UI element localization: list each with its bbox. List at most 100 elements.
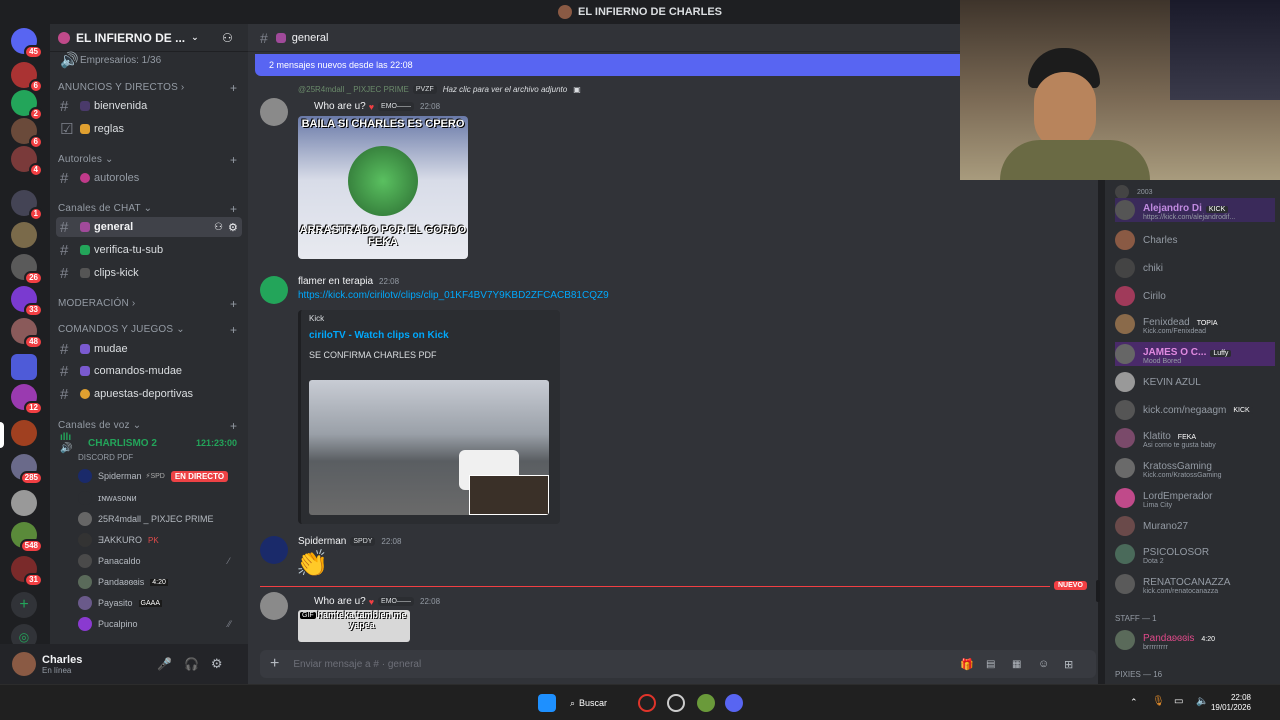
member-item[interactable]: Charles xyxy=(1115,228,1177,252)
add-channel-icon[interactable]: + xyxy=(230,153,237,167)
category-anuncios[interactable]: ANUNCIOS Y DIRECTOS › + xyxy=(58,81,237,95)
server-icon[interactable]: 33 xyxy=(11,286,43,317)
add-server-icon[interactable]: + xyxy=(11,592,37,618)
embed-thumbnail[interactable] xyxy=(309,380,549,515)
category-chat[interactable]: Canales de CHAT ⌄ + xyxy=(58,202,237,216)
windows-start-icon[interactable] xyxy=(538,694,556,712)
folder-icon[interactable] xyxy=(11,354,37,380)
server-header[interactable]: EL INFIERNO DE ... ⌄ ⚇ xyxy=(50,24,248,52)
avatar[interactable] xyxy=(260,98,288,126)
add-channel-icon[interactable]: + xyxy=(230,419,237,433)
microphone-icon[interactable]: 🎤 xyxy=(157,657,172,671)
channel-apuestas[interactable]: # apuestas-deportivas xyxy=(56,384,242,404)
member-item[interactable]: Alejandro Di KICK https://kick.com/alejand… xyxy=(1115,198,1275,222)
invite-icon[interactable]: ⚇ xyxy=(214,222,223,233)
server-icon[interactable] xyxy=(11,490,37,516)
member-item[interactable]: kick.com/negaagm KICK xyxy=(1115,398,1253,422)
app-icon[interactable] xyxy=(667,694,685,712)
member-item[interactable]: PSICOLOSOR Dota 2 xyxy=(1115,542,1209,566)
discord-avatar[interactable] xyxy=(260,276,288,304)
voice-user[interactable]: Spiderman ⚡SPD EN DIRECTO xyxy=(78,467,229,485)
reply-preview[interactable]: @25R4mdall _ PIXJEC PRIME PVZF Haz clic … xyxy=(298,85,581,94)
channel-autoroles[interactable]: # autoroles xyxy=(56,168,242,188)
member-item[interactable]: RENATOCANAZZA kick.com/renatocanazza xyxy=(1115,572,1230,596)
member-item[interactable]: Klatito FEKA Asi como te gusta baby xyxy=(1115,426,1216,450)
opera-icon[interactable] xyxy=(638,694,656,712)
attach-plus-icon[interactable]: + xyxy=(270,655,279,673)
server-icon[interactable] xyxy=(11,222,37,248)
gear-icon[interactable]: ⚙ xyxy=(228,221,238,234)
gif-icon[interactable]: ▤ xyxy=(986,659,995,670)
voice-user[interactable]: ƎAKKURO PK xyxy=(78,531,159,549)
server-icon[interactable]: 6 xyxy=(11,62,43,93)
gif-attachment[interactable]: GIF hamteka tambien me yapea xyxy=(298,610,410,642)
voice-user[interactable]: 25R4mdall _ PIXJEC PRIME xyxy=(78,510,214,528)
voice-user[interactable]: Pucalpino ⁄⁄ xyxy=(78,615,231,633)
app-icon[interactable] xyxy=(697,694,715,712)
server-icon[interactable]: 48 xyxy=(11,318,43,349)
server-icon[interactable]: 548 xyxy=(11,522,43,553)
add-channel-icon[interactable]: + xyxy=(230,297,237,311)
add-member-icon[interactable]: ⚇ xyxy=(222,31,233,45)
server-icon[interactable]: 2 xyxy=(11,90,43,121)
member-item[interactable]: Murano27 xyxy=(1115,514,1188,538)
channel-empresarios[interactable]: 🔊 Empresarios: 1/36 xyxy=(56,50,242,70)
direct-messages-icon[interactable]: 45 xyxy=(11,28,43,59)
channel-comandos-mudae[interactable]: # comandos-mudae xyxy=(56,361,242,381)
sticker-icon[interactable]: ▦ xyxy=(1012,659,1021,670)
tray-mic-icon[interactable]: 🎙 xyxy=(1152,696,1165,707)
member-item[interactable]: LordEmperador Lima City xyxy=(1115,486,1212,510)
message-composer[interactable]: + Enviar mensaje a # · general 🎁 ▤ ▦ ☺ ⊞ xyxy=(260,650,1096,678)
channel-mudae[interactable]: # mudae xyxy=(56,339,242,359)
server-icon[interactable]: 26 xyxy=(11,254,43,285)
new-messages-banner[interactable]: 2 mensajes nuevos desde las 22:08 xyxy=(255,54,965,76)
category-moderacion[interactable]: MODERACIÓN › + xyxy=(58,297,237,311)
server-icon[interactable]: 1 xyxy=(11,190,43,221)
voice-user[interactable]: ɪɴᴡᴀsᴏɴᴎ xyxy=(78,489,137,507)
member-item[interactable]: Cirilo xyxy=(1115,284,1166,308)
member-item[interactable]: JAMES O C... Luffy Mood Bored xyxy=(1115,342,1275,366)
category-voz[interactable]: Canales de voz ⌄ + xyxy=(58,419,237,433)
scrollbar[interactable] xyxy=(1096,580,1100,602)
member-item[interactable]: KratossGaming Kick.com/KratossGaming xyxy=(1115,456,1222,480)
avatar[interactable] xyxy=(12,652,36,676)
server-icon[interactable]: 31 xyxy=(11,556,43,587)
message-link[interactable]: https://kick.com/cirilotv/clips/clip_01K… xyxy=(298,290,609,301)
category-autoroles[interactable]: Autoroles ⌄ + xyxy=(58,153,237,167)
tray-chevron-icon[interactable]: ⌃ xyxy=(1130,697,1138,708)
category-comandos[interactable]: COMANDOS Y JUEGOS ⌄ + xyxy=(58,323,237,337)
add-channel-icon[interactable]: + xyxy=(230,202,237,216)
member-item[interactable]: chiki xyxy=(1115,256,1163,280)
server-icon[interactable]: 6 xyxy=(11,118,43,149)
member-item[interactable]: KEVIN AZUL xyxy=(1115,370,1201,394)
embed-title[interactable]: ciriloTV - Watch clips on Kick xyxy=(309,330,449,341)
member-item[interactable]: Fenixdead TOPIA Kick.com/Fenixdead xyxy=(1115,312,1221,336)
channel-verifica[interactable]: # verifica-tu-sub xyxy=(56,240,242,260)
clock[interactable]: 22:08 19/01/2026 xyxy=(1205,693,1251,713)
voice-user[interactable]: Panacaldo ⁄ xyxy=(78,552,230,570)
voice-user[interactable]: Pandaʚɞɞis 4:20 xyxy=(78,573,168,591)
server-icon[interactable]: 4 xyxy=(11,146,43,177)
server-icon[interactable]: 285 xyxy=(11,454,43,485)
channel-reglas[interactable]: ☑ reglas xyxy=(56,119,242,139)
message-author[interactable]: flamer en terapia xyxy=(298,276,373,287)
gift-icon[interactable]: 🎁 xyxy=(960,658,974,671)
add-channel-icon[interactable]: + xyxy=(230,323,237,337)
avatar[interactable] xyxy=(260,592,288,620)
message-author[interactable]: Who are u? xyxy=(314,101,366,112)
network-icon[interactable]: ▭ xyxy=(1174,696,1183,707)
voice-user[interactable]: Payasito GAAA xyxy=(78,594,162,612)
search-button[interactable]: ⌕ Buscar xyxy=(570,692,622,714)
add-channel-icon[interactable]: + xyxy=(230,81,237,95)
message-author[interactable]: Who are u? xyxy=(314,596,366,607)
discord-icon[interactable] xyxy=(725,694,743,712)
gear-icon[interactable]: ⚙ xyxy=(211,656,223,672)
message-author[interactable]: Spiderman xyxy=(298,536,346,547)
channel-general[interactable]: # general ⚇ ⚙ xyxy=(56,217,242,237)
voice-channel-charlismo[interactable]: ıllı🔊 CHARLISMO 2 121:23:00 xyxy=(56,432,242,454)
headphones-icon[interactable]: 🎧 xyxy=(184,657,199,671)
apps-icon[interactable]: ⊞ xyxy=(1064,658,1073,671)
meme-image[interactable]: BAILA SI CHARLES ES CPERO ARRASTRADO POR… xyxy=(298,116,468,259)
emoji-icon[interactable]: ☺ xyxy=(1038,658,1049,670)
channel-bienvenida[interactable]: # bienvenida xyxy=(56,96,242,116)
